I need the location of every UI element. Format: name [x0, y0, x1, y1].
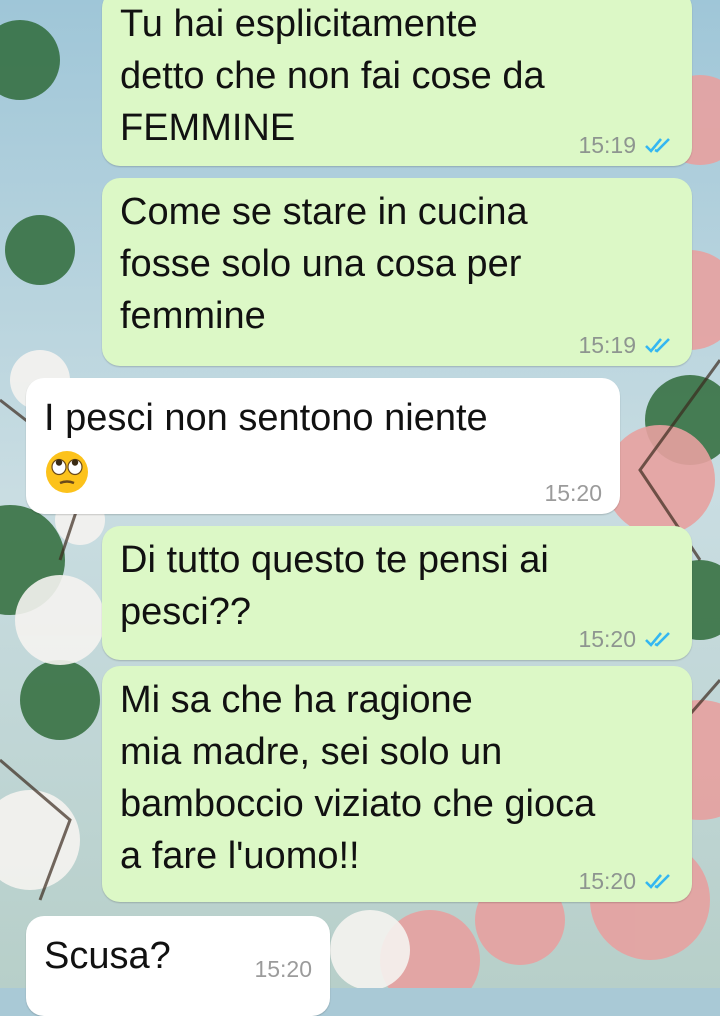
- message-text: I pesci non sentono niente: [44, 397, 488, 439]
- message-meta: 15:20: [578, 626, 674, 652]
- message-meta: 15:20: [544, 480, 602, 506]
- message-bubble-outgoing[interactable]: Di tutto questo te pensi ai pesci?? 15:2…: [102, 526, 692, 660]
- message-text: Di tutto questo te pensi ai pesci??: [120, 539, 549, 633]
- message-text: Mi sa che ha ragione mia madre, sei solo…: [120, 679, 596, 877]
- message-bubble-outgoing[interactable]: Come se stare in cucina fosse solo una c…: [102, 178, 692, 366]
- read-receipt-icon: [645, 338, 670, 353]
- message-timestamp: 15:19: [578, 132, 636, 158]
- message-meta: 15:19: [578, 132, 674, 158]
- message-text: Tu hai esplicitamente detto che non fai …: [120, 3, 545, 149]
- message-text: Come se stare in cucina fosse solo una c…: [120, 191, 528, 337]
- read-receipt-icon: [645, 874, 670, 889]
- read-receipt-icon: [645, 138, 670, 153]
- message-timestamp: 15:20: [578, 868, 636, 894]
- read-receipt-icon: [645, 632, 670, 647]
- message-bubble-incoming[interactable]: Scusa? 15:20: [26, 916, 330, 1016]
- message-bubble-outgoing[interactable]: Tu hai esplicitamente detto che non fai …: [102, 0, 692, 166]
- message-meta: 15:19: [578, 332, 674, 358]
- message-timestamp: 15:19: [578, 332, 636, 358]
- message-bubble-outgoing[interactable]: Mi sa che ha ragione mia madre, sei solo…: [102, 666, 692, 902]
- message-meta: 15:20: [254, 956, 312, 982]
- message-timestamp: 15:20: [578, 626, 636, 652]
- message-bubble-incoming[interactable]: I pesci non sentono niente 15:20: [26, 378, 620, 514]
- message-timestamp: 15:20: [254, 956, 312, 982]
- message-timestamp: 15:20: [544, 480, 602, 506]
- message-meta: 15:20: [578, 868, 674, 894]
- face-with-rolling-eyes-icon: [46, 450, 88, 493]
